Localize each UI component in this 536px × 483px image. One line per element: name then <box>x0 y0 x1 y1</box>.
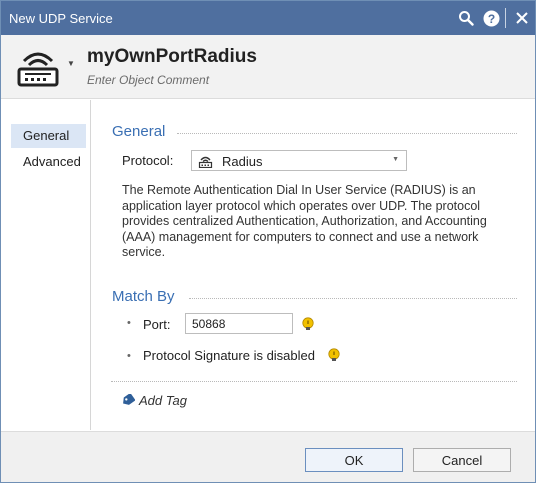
help-icon[interactable]: ? <box>482 9 500 27</box>
sidebar-item-advanced[interactable]: Advanced <box>11 150 86 174</box>
sidebar-item-general[interactable]: General <box>11 124 86 148</box>
udp-service-icon[interactable] <box>14 45 62 89</box>
dialog-footer: OK Cancel <box>1 431 535 482</box>
tags-divider <box>111 381 517 382</box>
svg-text:?: ? <box>487 12 494 26</box>
port-label: Port: <box>143 317 171 332</box>
general-section-rule <box>177 133 517 134</box>
object-name[interactable]: myOwnPortRadius <box>87 46 257 68</box>
protocol-label: Protocol: <box>122 153 174 168</box>
match-by-section-rule <box>189 298 517 299</box>
window-title: New UDP Service <box>9 11 113 26</box>
general-section-title: General <box>112 123 166 140</box>
tag-icon <box>121 392 136 406</box>
ok-button[interactable]: OK <box>305 448 403 472</box>
search-icon[interactable] <box>457 9 475 27</box>
object-header: ▼ myOwnPortRadius Enter Object Comment <box>1 35 535 99</box>
object-comment-field[interactable]: Enter Object Comment <box>87 73 209 87</box>
protocol-signature-status: Protocol Signature is disabled <box>143 348 315 363</box>
bullet-icon: • <box>127 317 131 329</box>
protocol-icon <box>198 154 213 169</box>
title-bar: New UDP Service ? <box>1 1 535 35</box>
bullet-icon: • <box>127 350 131 362</box>
protocol-select[interactable]: Radius ▼ <box>191 150 407 171</box>
close-icon[interactable] <box>513 9 531 27</box>
add-tag-label: Add Tag <box>139 393 187 408</box>
main-content: General Protocol: Radius ▼ The Remote Au… <box>91 100 535 430</box>
lightbulb-icon[interactable] <box>327 348 341 362</box>
sidebar: General Advanced <box>1 100 91 430</box>
icon-dropdown-caret[interactable]: ▼ <box>67 59 75 68</box>
protocol-description: The Remote Authentication Dial In User S… <box>122 183 487 259</box>
chevron-down-icon: ▼ <box>392 156 399 163</box>
title-separator <box>505 8 506 28</box>
lightbulb-icon[interactable] <box>301 317 315 331</box>
protocol-select-value: Radius <box>222 154 263 169</box>
new-udp-service-dialog: New UDP Service ? ▼ myOwnPortRadius Ente… <box>0 0 536 483</box>
port-input[interactable] <box>185 313 293 334</box>
match-by-section-title: Match By <box>112 288 175 305</box>
cancel-button[interactable]: Cancel <box>413 448 511 472</box>
